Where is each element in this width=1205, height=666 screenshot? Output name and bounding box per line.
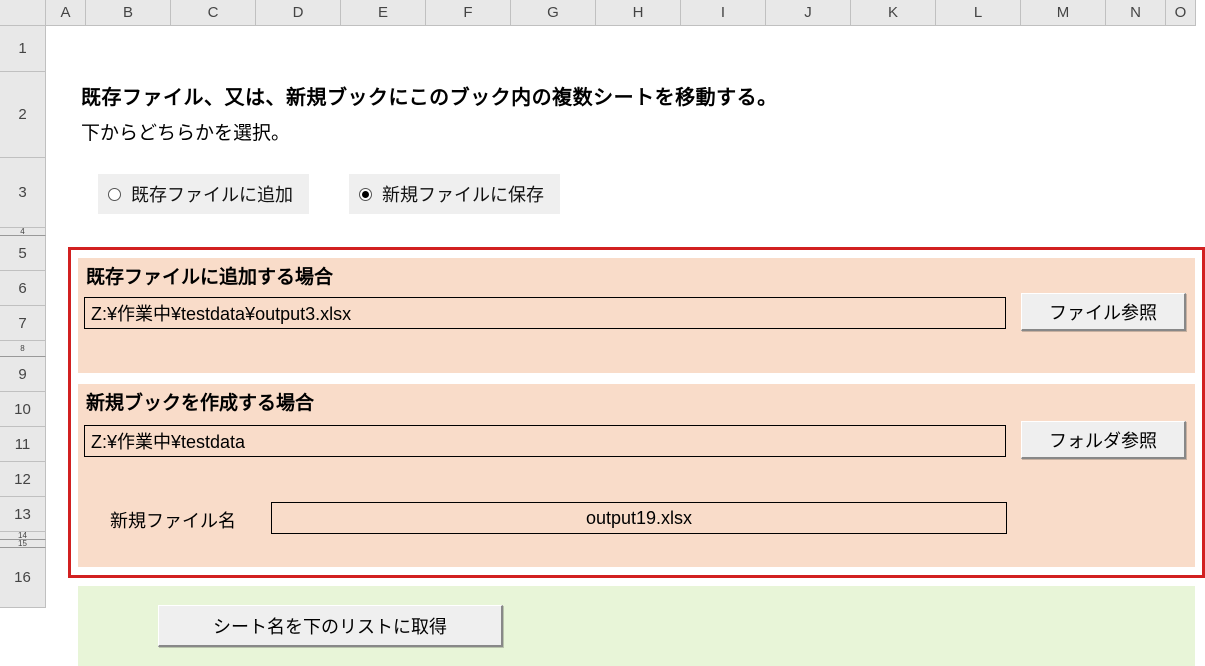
spreadsheet-view: ABCDEFGHIJKLMNO 12345678910111213141516 … xyxy=(0,0,1205,661)
column-header[interactable]: E xyxy=(341,0,426,26)
row-header[interactable]: 15 xyxy=(0,540,46,548)
radio-new-file[interactable]: 新規ファイルに保存 xyxy=(349,174,560,214)
new-book-label: 新規ブックを作成する場合 xyxy=(86,388,314,415)
row-header[interactable]: 11 xyxy=(0,427,46,462)
row-header[interactable]: 16 xyxy=(0,548,46,608)
page-subtitle: 下からどちらかを選択。 xyxy=(81,118,290,145)
column-header[interactable]: N xyxy=(1106,0,1166,26)
existing-file-label: 既存ファイルに追加する場合 xyxy=(86,262,333,289)
button-label: シート名を下のリストに取得 xyxy=(213,613,447,639)
row-header[interactable]: 5 xyxy=(0,236,46,271)
row-header[interactable]: 3 xyxy=(0,158,46,228)
get-sheet-names-button[interactable]: シート名を下のリストに取得 xyxy=(158,605,503,647)
column-header[interactable]: I xyxy=(681,0,766,26)
new-filename-input[interactable]: output19.xlsx xyxy=(271,502,1007,534)
input-value: Z:¥作業中¥testdata¥output3.xlsx xyxy=(91,300,351,326)
row-header[interactable]: 6 xyxy=(0,271,46,306)
new-filename-label: 新規ファイル名 xyxy=(110,507,236,533)
radio-label: 新規ファイルに保存 xyxy=(382,181,544,207)
column-header[interactable]: B xyxy=(86,0,171,26)
row-header[interactable]: 4 xyxy=(0,228,46,236)
save-mode-radio-group: 既存ファイルに追加 新規ファイルに保存 xyxy=(98,174,560,214)
row-headers: 12345678910111213141516 xyxy=(0,26,46,608)
row-header[interactable]: 8 xyxy=(0,341,46,357)
radio-icon xyxy=(359,188,372,201)
folder-browse-button[interactable]: フォルダ参照 xyxy=(1021,421,1186,459)
column-header[interactable]: D xyxy=(256,0,341,26)
column-header[interactable]: K xyxy=(851,0,936,26)
column-header[interactable]: G xyxy=(511,0,596,26)
radio-existing-file[interactable]: 既存ファイルに追加 xyxy=(98,174,309,214)
row-header[interactable]: 12 xyxy=(0,462,46,497)
existing-file-path-input[interactable]: Z:¥作業中¥testdata¥output3.xlsx xyxy=(84,297,1006,329)
column-headers: ABCDEFGHIJKLMNO xyxy=(0,0,1196,26)
column-header[interactable]: M xyxy=(1021,0,1106,26)
row-header[interactable]: 10 xyxy=(0,392,46,427)
input-value: Z:¥作業中¥testdata xyxy=(91,428,245,454)
column-header[interactable]: O xyxy=(1166,0,1196,26)
grid-content: 既存ファイル、又は、新規ブックにこのブック内の複数シートを移動する。 下からどち… xyxy=(46,26,1205,661)
select-all-corner[interactable] xyxy=(0,0,46,26)
column-header[interactable]: H xyxy=(596,0,681,26)
column-header[interactable]: A xyxy=(46,0,86,26)
column-header[interactable]: J xyxy=(766,0,851,26)
radio-label: 既存ファイルに追加 xyxy=(131,181,293,207)
button-label: ファイル参照 xyxy=(1049,299,1157,325)
column-header[interactable]: L xyxy=(936,0,1021,26)
new-book-folder-input[interactable]: Z:¥作業中¥testdata xyxy=(84,425,1006,457)
file-browse-button[interactable]: ファイル参照 xyxy=(1021,293,1186,331)
row-header[interactable]: 9 xyxy=(0,357,46,392)
row-header[interactable]: 14 xyxy=(0,532,46,540)
button-label: フォルダ参照 xyxy=(1049,427,1157,453)
column-header[interactable]: F xyxy=(426,0,511,26)
row-header[interactable]: 1 xyxy=(0,26,46,72)
row-header[interactable]: 13 xyxy=(0,497,46,532)
input-value: output19.xlsx xyxy=(586,508,692,529)
row-header[interactable]: 2 xyxy=(0,72,46,158)
radio-icon xyxy=(108,188,121,201)
page-title: 既存ファイル、又は、新規ブックにこのブック内の複数シートを移動する。 xyxy=(81,81,778,110)
row-header[interactable]: 7 xyxy=(0,306,46,341)
column-header[interactable]: C xyxy=(171,0,256,26)
